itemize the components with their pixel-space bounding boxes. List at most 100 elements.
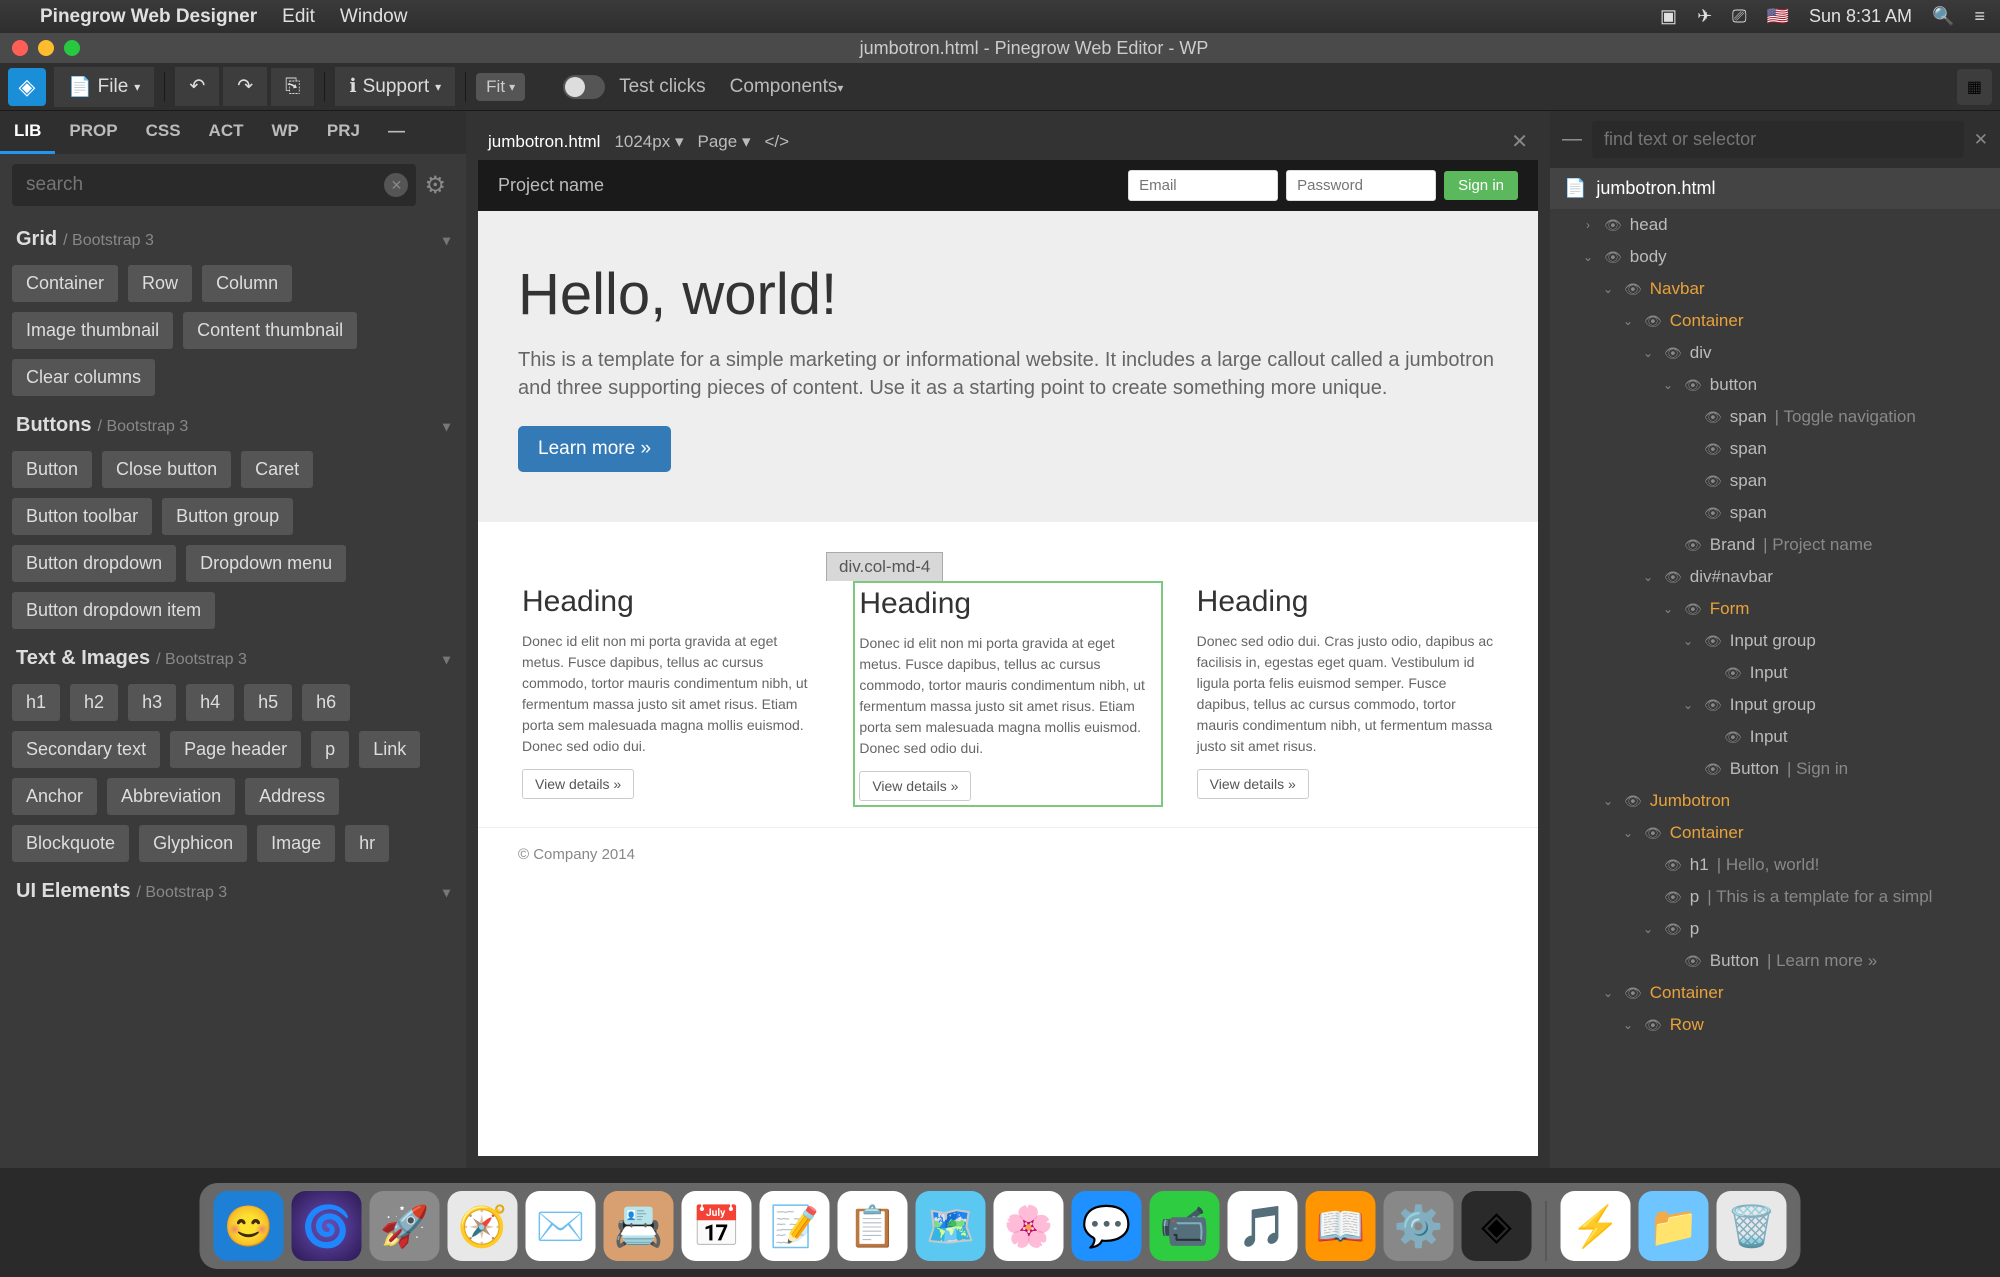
facetime-icon[interactable]: 📹	[1150, 1191, 1220, 1261]
col-text[interactable]: Donec id elit non mi porta gravida at eg…	[859, 633, 1156, 759]
photos-icon[interactable]: 🌸	[994, 1191, 1064, 1261]
close-window-button[interactable]	[12, 40, 28, 56]
siri-icon[interactable]: 🌀	[292, 1191, 362, 1261]
component-chip[interactable]: Glyphicon	[139, 825, 247, 862]
selection-tag[interactable]: div.col-md-4	[826, 552, 943, 581]
contacts-icon[interactable]: 📇	[604, 1191, 674, 1261]
tree-node[interactable]: ⌄👁div#navbar	[1550, 561, 2000, 593]
preview-signin-button[interactable]: Sign in	[1444, 171, 1518, 200]
component-chip[interactable]: h6	[302, 684, 350, 721]
tree-node[interactable]: ⌄👁button	[1550, 369, 2000, 401]
tree-file-header[interactable]: 📄 jumbotron.html	[1550, 168, 2000, 209]
left-tab-prop[interactable]: PROP	[55, 111, 131, 154]
tree-node[interactable]: ⌄👁Input group	[1550, 689, 2000, 721]
flag-icon[interactable]: 🇺🇸	[1767, 6, 1789, 27]
tree-node[interactable]: 👁span | Toggle navigation	[1550, 401, 2000, 433]
launchpad-icon[interactable]: 🚀	[370, 1191, 440, 1261]
col-heading[interactable]: Heading	[859, 587, 1156, 621]
learn-more-button[interactable]: Learn more »	[518, 426, 671, 472]
component-chip[interactable]: h5	[244, 684, 292, 721]
menubar-app-name[interactable]: Pinegrow Web Designer	[40, 6, 257, 28]
tray-icon[interactable]: ✈	[1697, 6, 1712, 27]
zoom-window-button[interactable]	[64, 40, 80, 56]
preview-column[interactable]: HeadingDonec id elit non mi porta gravid…	[518, 581, 823, 807]
tree-node[interactable]: 👁h1 | Hello, world!	[1550, 849, 2000, 881]
preview-footer[interactable]: © Company 2014	[478, 827, 1538, 881]
left-tab-wp[interactable]: WP	[258, 111, 313, 154]
tree-node[interactable]: ⌄👁Container	[1550, 817, 2000, 849]
mail-icon[interactable]: ✉️	[526, 1191, 596, 1261]
component-chip[interactable]: Button group	[162, 498, 293, 535]
tree-node[interactable]: ⌄👁Container	[1550, 305, 2000, 337]
tree-node[interactable]: 👁Input	[1550, 721, 2000, 753]
zoom-select[interactable]: Fit▾	[476, 73, 525, 101]
app-icon[interactable]: ⚡	[1561, 1191, 1631, 1261]
menu-icon[interactable]: ≡	[1974, 6, 1985, 27]
tree-node[interactable]: 👁span	[1550, 465, 2000, 497]
tree-node[interactable]: 👁Brand | Project name	[1550, 529, 2000, 561]
component-chip[interactable]: Blockquote	[12, 825, 129, 862]
ibooks-icon[interactable]: 📖	[1306, 1191, 1376, 1261]
finder-icon[interactable]: 😊	[214, 1191, 284, 1261]
component-chip[interactable]: h1	[12, 684, 60, 721]
tree-node[interactable]: 👁Button | Sign in	[1550, 753, 2000, 785]
component-chip[interactable]: h2	[70, 684, 118, 721]
left-tab-—[interactable]: —	[374, 111, 419, 154]
component-chip[interactable]: Image	[257, 825, 335, 862]
close-canvas-icon[interactable]: ✕	[1511, 129, 1528, 154]
menubar-clock[interactable]: Sun 8:31 AM	[1809, 6, 1912, 27]
safari-icon[interactable]: 🧭	[448, 1191, 518, 1261]
jumbotron-heading[interactable]: Hello, world!	[518, 261, 1498, 328]
left-tab-act[interactable]: ACT	[195, 111, 258, 154]
tree-node[interactable]: ⌄👁p	[1550, 913, 2000, 945]
left-tab-lib[interactable]: LIB	[0, 111, 55, 154]
component-chip[interactable]: Abbreviation	[107, 778, 235, 815]
minimize-panel-icon[interactable]: —	[1562, 128, 1582, 151]
component-chip[interactable]: Image thumbnail	[12, 312, 173, 349]
trash-icon[interactable]: 🗑️	[1717, 1191, 1787, 1261]
preview-email-input[interactable]	[1128, 170, 1278, 201]
component-chip[interactable]: Button toolbar	[12, 498, 152, 535]
settings-gear-icon[interactable]: ⚙	[416, 171, 454, 200]
preview-jumbotron[interactable]: Hello, world! This is a template for a s…	[478, 211, 1538, 522]
tree-node[interactable]: ⌄👁Container	[1550, 977, 2000, 1009]
preview-column[interactable]: HeadingDonec sed odio dui. Cras justo od…	[1193, 581, 1498, 807]
tree-node[interactable]: ⌄👁Form	[1550, 593, 2000, 625]
tree-node[interactable]: 👁span	[1550, 497, 2000, 529]
messages-icon[interactable]: 💬	[1072, 1191, 1142, 1261]
canvas-size[interactable]: 1024px ▾	[614, 132, 683, 152]
component-chip[interactable]: h4	[186, 684, 234, 721]
tree-node[interactable]: ⌄👁Jumbotron	[1550, 785, 2000, 817]
support-menu-button[interactable]: ℹ Support ▾	[335, 67, 455, 106]
component-chip[interactable]: Anchor	[12, 778, 97, 815]
component-chip[interactable]: Link	[359, 731, 420, 768]
copy-button[interactable]: ⎘	[271, 68, 314, 106]
section-header[interactable]: Text & Images / Bootstrap 3▾	[0, 635, 466, 678]
tree-node[interactable]: 👁Button | Learn more »	[1550, 945, 2000, 977]
component-chip[interactable]: Page header	[170, 731, 301, 768]
maps-icon[interactable]: 🗺️	[916, 1191, 986, 1261]
pinegrow-dock-icon[interactable]: ◈	[1462, 1191, 1532, 1261]
preview-column[interactable]: Heading Donec id elit non mi porta gravid…	[853, 581, 1162, 807]
tray-icon[interactable]: ▣	[1660, 6, 1677, 27]
itunes-icon[interactable]: 🎵	[1228, 1191, 1298, 1261]
page-menu[interactable]: Page ▾	[698, 132, 751, 152]
col-text[interactable]: Donec sed odio dui. Cras justo odio, dap…	[1197, 631, 1494, 757]
col-text[interactable]: Donec id elit non mi porta gravida at eg…	[522, 631, 819, 757]
component-chip[interactable]: Secondary text	[12, 731, 160, 768]
preview-canvas[interactable]: Project name Sign in Hello, world! This …	[478, 160, 1538, 1156]
tray-icon[interactable]: ⎚	[1732, 6, 1746, 27]
section-header[interactable]: Buttons / Bootstrap 3▾	[0, 402, 466, 445]
code-view-icon[interactable]: </>	[764, 132, 789, 152]
component-chip[interactable]: p	[311, 731, 349, 768]
file-menu-button[interactable]: 📄 File ▾	[54, 67, 154, 107]
view-details-button[interactable]: View details »	[859, 771, 971, 801]
test-clicks-toggle[interactable]	[563, 75, 605, 99]
menu-window[interactable]: Window	[340, 6, 408, 28]
component-chip[interactable]: Caret	[241, 451, 313, 488]
settings-icon[interactable]: ⚙️	[1384, 1191, 1454, 1261]
component-chip[interactable]: Content thumbnail	[183, 312, 357, 349]
library-search-input[interactable]	[12, 164, 416, 206]
preview-password-input[interactable]	[1286, 170, 1436, 201]
tree-node[interactable]: ›👁head	[1550, 209, 2000, 241]
